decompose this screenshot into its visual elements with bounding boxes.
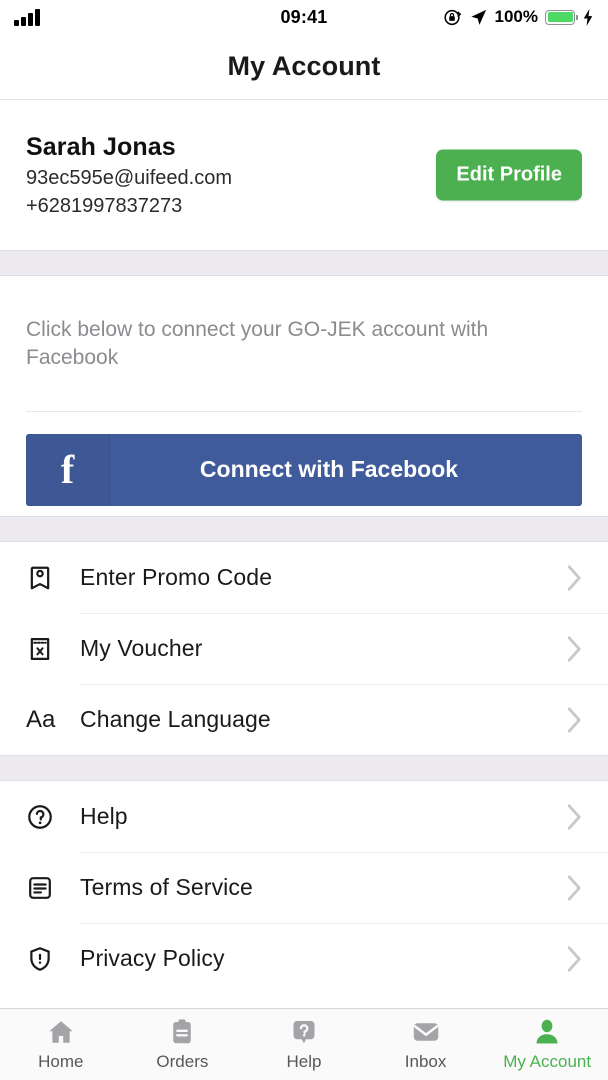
tab-label: Inbox bbox=[404, 1052, 447, 1071]
profile-info: Sarah Jonas 93ec595e@uifeed.com +6281997… bbox=[26, 133, 232, 218]
menu-item-help[interactable]: Help bbox=[0, 781, 608, 852]
profile-email: 93ec595e@uifeed.com bbox=[26, 166, 232, 189]
facebook-description: Click below to connect your GO-JEK accou… bbox=[26, 318, 489, 370]
profile-phone: +6281997837273 bbox=[26, 194, 183, 217]
tab-my-account[interactable]: My Account bbox=[486, 1009, 608, 1080]
connect-with-facebook-label: Connect with Facebook bbox=[199, 456, 459, 483]
status-bar-time: 09:41 bbox=[280, 6, 328, 27]
connect-with-facebook-button[interactable]: f Connect with Facebook bbox=[26, 433, 582, 506]
home-icon bbox=[46, 1017, 76, 1047]
menu-group-support: Help Terms of Service Privacy Policy bbox=[0, 781, 608, 994]
chevron-right-icon bbox=[558, 803, 582, 830]
battery-icon bbox=[545, 9, 578, 25]
menu-item-label: Privacy Policy bbox=[80, 945, 225, 971]
facebook-connect-section: Click below to connect your GO-JEK accou… bbox=[0, 276, 608, 516]
menu-item-label: Enter Promo Code bbox=[80, 564, 273, 590]
facebook-f-glyph: f bbox=[60, 446, 75, 492]
menu-item-my-voucher[interactable]: My Voucher bbox=[0, 613, 608, 684]
chevron-right-icon bbox=[558, 874, 582, 901]
app-screen: 09:41 100% My Account Sarah Jonas 93ec59… bbox=[0, 0, 608, 1080]
facebook-f-icon: f bbox=[26, 433, 110, 506]
tab-label: Home bbox=[38, 1052, 84, 1071]
menu-item-enter-promo-code[interactable]: Enter Promo Code bbox=[0, 542, 608, 613]
tab-orders[interactable]: Orders bbox=[122, 1009, 244, 1080]
menu-item-label: My Voucher bbox=[80, 635, 203, 661]
clipboard-icon bbox=[167, 1017, 197, 1047]
tab-label: Help bbox=[286, 1052, 322, 1071]
facebook-divider bbox=[26, 410, 582, 412]
person-icon bbox=[532, 1017, 562, 1047]
profile-name: Sarah Jonas bbox=[26, 132, 176, 161]
envelope-icon bbox=[411, 1017, 441, 1047]
voucher-ticket-icon bbox=[26, 635, 80, 663]
profile-section: Sarah Jonas 93ec595e@uifeed.com +6281997… bbox=[0, 100, 608, 250]
menu-item-label: Terms of Service bbox=[80, 874, 253, 900]
chevron-right-icon bbox=[558, 564, 582, 591]
chevron-right-icon bbox=[558, 635, 582, 662]
menu-item-terms-of-service[interactable]: Terms of Service bbox=[0, 852, 608, 923]
aa-text-icon: Aa bbox=[26, 706, 80, 734]
section-divider-band-3 bbox=[0, 755, 608, 781]
chevron-right-icon bbox=[558, 706, 582, 733]
chevron-right-icon bbox=[558, 945, 582, 972]
section-divider-band-2 bbox=[0, 516, 608, 542]
tab-label: Orders bbox=[156, 1052, 209, 1071]
bottom-tab-bar: Home Orders Help Inbox My Account bbox=[0, 1008, 608, 1080]
question-circle-icon bbox=[26, 803, 80, 831]
shield-icon bbox=[26, 945, 80, 973]
menu-item-label: Change Language bbox=[80, 706, 271, 732]
edit-profile-button[interactable]: Edit Profile bbox=[436, 149, 582, 201]
tab-inbox[interactable]: Inbox bbox=[365, 1009, 487, 1080]
menu-item-label: Help bbox=[80, 803, 128, 829]
tab-home[interactable]: Home bbox=[0, 1009, 122, 1080]
menu-item-change-language[interactable]: Aa Change Language bbox=[0, 684, 608, 755]
page-title: My Account bbox=[227, 51, 381, 81]
help-bubble-icon bbox=[289, 1017, 319, 1047]
tab-label: My Account bbox=[503, 1052, 592, 1071]
section-divider-band bbox=[0, 250, 608, 276]
document-icon bbox=[26, 874, 80, 902]
tab-help[interactable]: Help bbox=[243, 1009, 365, 1080]
menu-group-promos: Enter Promo Code My Voucher Aa Change La… bbox=[0, 542, 608, 755]
status-bar: 09:41 100% bbox=[0, 0, 608, 34]
tag-icon bbox=[26, 564, 80, 592]
menu-item-privacy-policy[interactable]: Privacy Policy bbox=[0, 923, 608, 994]
navigation-bar: My Account bbox=[0, 34, 608, 100]
aa-glyph: Aa bbox=[26, 705, 56, 733]
